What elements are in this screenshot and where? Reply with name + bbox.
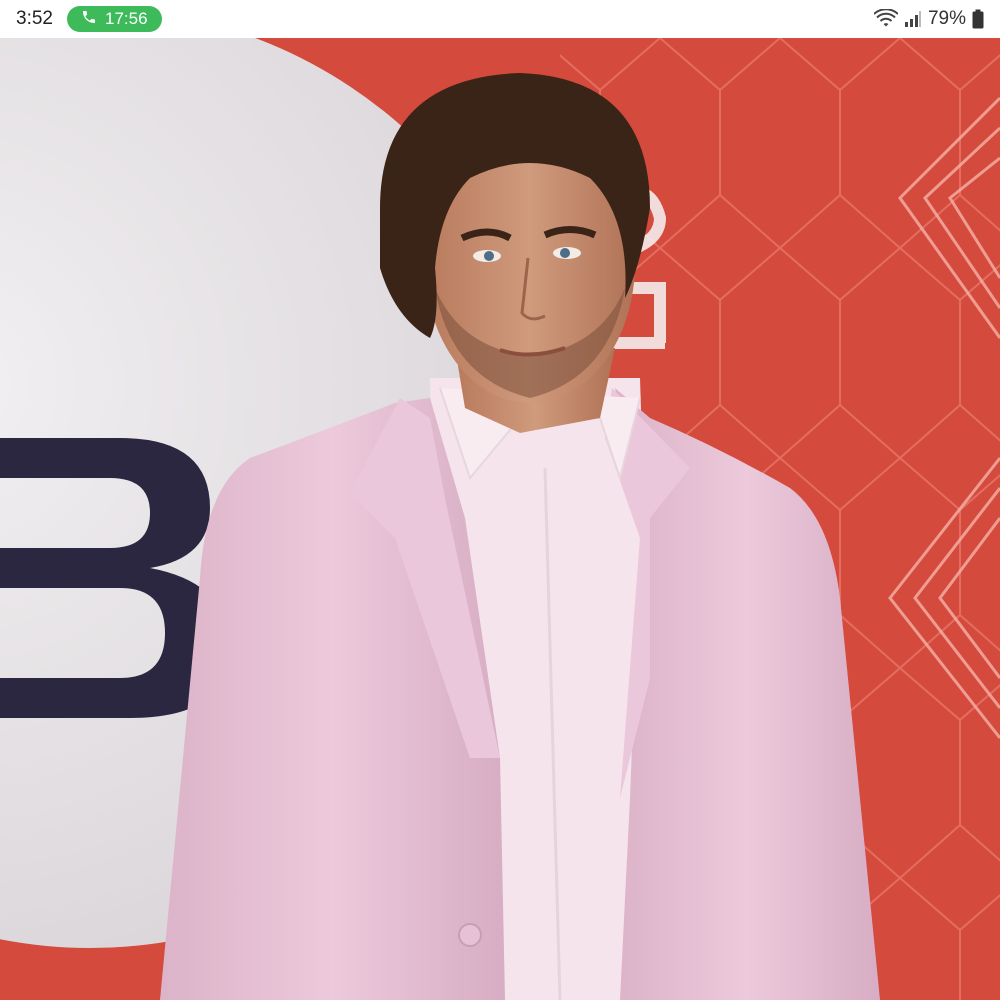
status-bar: 3:52 17:56 79% — [0, 0, 1000, 38]
photo-image — [0, 38, 1000, 1000]
status-bar-left: 3:52 17:56 — [16, 6, 162, 32]
battery-icon — [972, 9, 984, 29]
battery-percent: 79% — [927, 8, 966, 29]
ongoing-call-pill[interactable]: 17:56 — [66, 6, 162, 32]
phone-icon — [81, 9, 97, 30]
call-duration: 17:56 — [104, 9, 148, 28]
photo-viewer[interactable] — [0, 38, 1000, 1000]
status-clock: 3:52 — [16, 8, 53, 29]
wifi-icon — [873, 9, 898, 29]
status-bar-right: 79% — [873, 8, 984, 30]
cell-signal-icon — [904, 10, 922, 28]
